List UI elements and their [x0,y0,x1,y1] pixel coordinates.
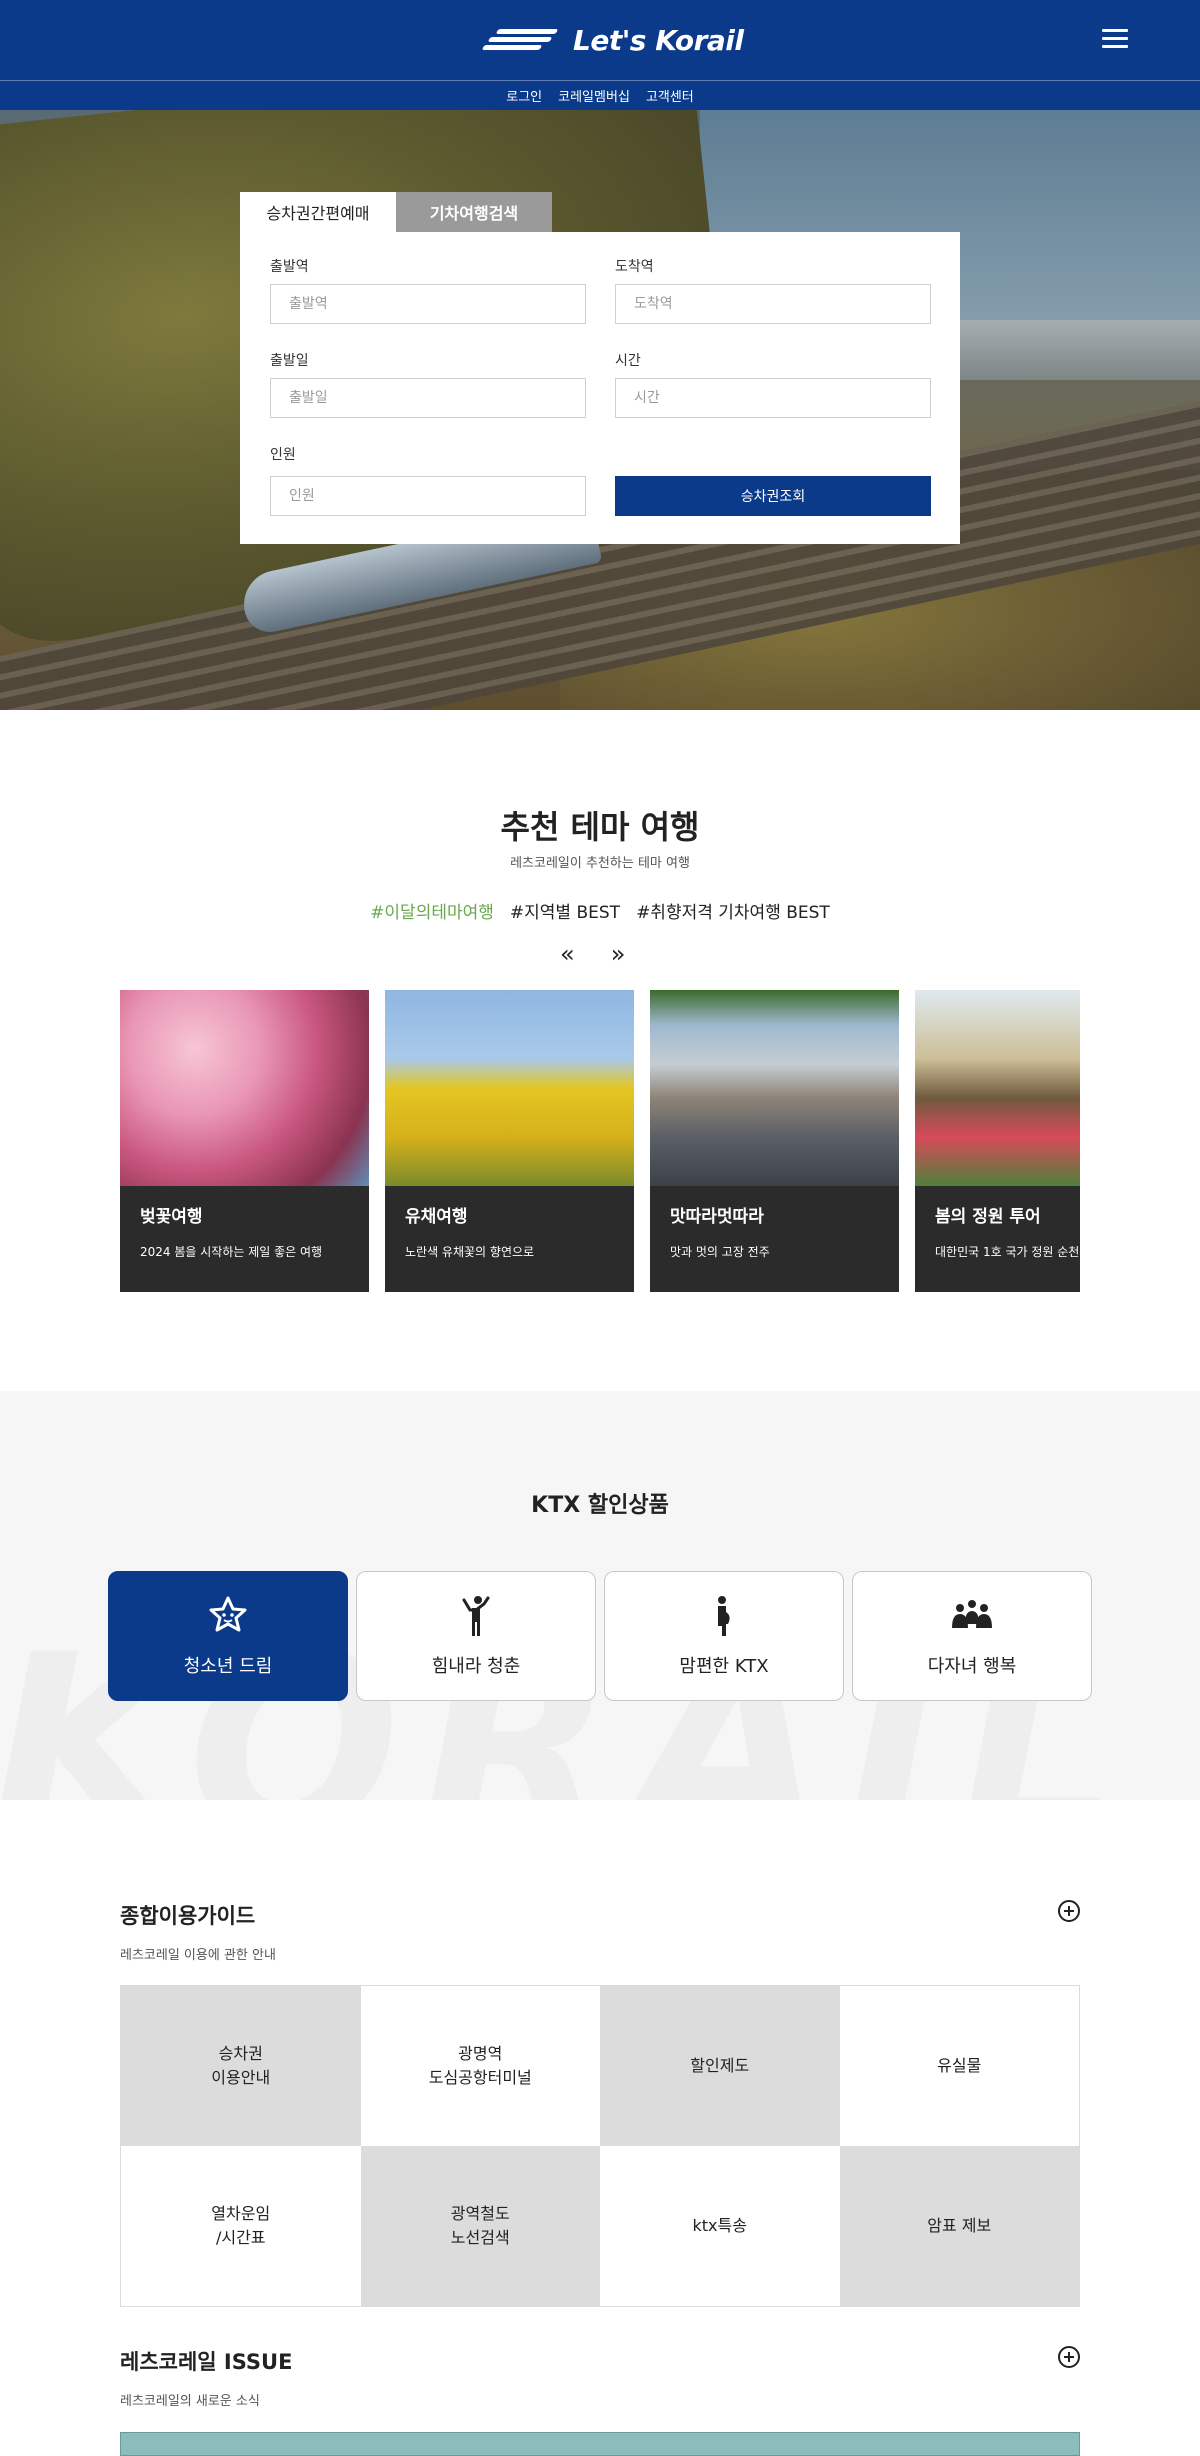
carousel-arrows: « » [560,940,625,968]
cherry-blossom-image [120,990,369,1186]
theme-card-title: 벚꽃여행 [140,1207,203,1227]
theme-subtitle: 레츠코레일이 추천하는 테마 여행 [510,856,690,871]
guide-title: 종합이용가이드 [120,1904,256,1928]
issue-title: 레츠코레일 ISSUE [120,2350,293,2374]
guide-item[interactable]: 승차권 이용안내 [121,1986,361,2146]
ktx-product-label: 힘내라 청춘 [431,1656,521,1677]
theme-card-caption: 유채여행 노란색 유채꽃의 향연으로 [385,1186,634,1292]
ktx-title: KTX 할인상품 [531,1493,669,1518]
theme-card[interactable]: 맛따라멋따라 맛과 멋의 고장 전주 [650,990,899,1292]
booking-widget: 승차권간편예매 기차여행검색 출발역 도착역 출발일 시간 인원 승차권조회 [240,192,960,544]
ticket-search-button[interactable]: 승차권조회 [615,476,931,516]
theme-card-caption: 벚꽃여행 2024 봄을 시작하는 제일 좋은 여행 [120,1186,369,1292]
guide-more-plus-icon[interactable] [1058,1900,1080,1922]
issue-header: 레츠코레일 ISSUE 레츠코레일의 새로운 소식 [120,2346,1080,2409]
ktx-discount-section: KORAIL KTX 할인상품 청소년 드림 힘내라 청춘 [0,1391,1200,1800]
theme-card[interactable]: 봄의 정원 투어 대한민국 1호 국가 정원 순천만 [915,990,1080,1292]
guide-header: 종합이용가이드 레츠코레일 이용에 관한 안내 [120,1900,1080,1963]
ktx-product-list: 청소년 드림 힘내라 청춘 맘편한 KTX 다자녀 행복 [108,1571,1092,1701]
guide-item[interactable]: 광역철도 노선검색 [360,2146,600,2306]
theme-card-title: 맛따라멋따라 [670,1207,764,1227]
departure-label: 출발역 [270,259,309,275]
guide-item[interactable]: 열차운임 /시간표 [121,2146,361,2306]
arrival-label: 도착역 [615,259,654,275]
time-input[interactable] [615,378,931,418]
hashtag-monthly-theme[interactable]: #이달의테마여행 [370,898,494,923]
theme-card-caption: 맛따라멋따라 맛과 멋의 고장 전주 [650,1186,899,1292]
guide-item[interactable]: 유실물 [839,1986,1079,2146]
theme-card[interactable]: 벚꽃여행 2024 봄을 시작하는 제일 좋은 여행 [120,990,369,1292]
theme-card-title: 유채여행 [405,1207,468,1227]
tab-trip-search[interactable]: 기차여행검색 [396,192,552,232]
ktx-product-label: 다자녀 행복 [927,1656,1017,1677]
theme-card-desc: 대한민국 1호 국가 정원 순천만 [935,1245,1080,1259]
ktx-product-multichild[interactable]: 다자녀 행복 [852,1571,1092,1701]
issue-more-plus-icon[interactable] [1058,2346,1080,2368]
theme-card[interactable]: 유채여행 노란색 유채꽃의 향연으로 [385,990,634,1292]
ktx-product-pregnant[interactable]: 맘편한 KTX [604,1571,844,1701]
star-face-icon [209,1596,247,1632]
family-icon [952,1600,992,1628]
theme-card-list: 벚꽃여행 2024 봄을 시작하는 제일 좋은 여행 유채여행 노란색 유채꽃의… [120,990,1080,1292]
top-header: Let's Korail [0,0,1200,80]
sub-nav: 로그인 코레일멤버십 고객센터 [0,80,1200,110]
jeonju-village-image [650,990,899,1186]
ktx-product-label: 맘편한 KTX [679,1656,769,1677]
people-input[interactable] [270,476,586,516]
membership-link[interactable]: 코레일멤버십 [558,86,630,105]
ktx-product-young[interactable]: 힘내라 청춘 [356,1571,596,1701]
guide-item[interactable]: ktx특송 [600,2146,840,2306]
login-link[interactable]: 로그인 [506,86,542,105]
theme-card-desc: 2024 봄을 시작하는 제일 좋은 여행 [140,1245,323,1259]
date-input[interactable] [270,378,586,418]
departure-input[interactable] [270,284,586,324]
hashtag-regional-best[interactable]: #지역별 BEST [510,898,620,923]
ktx-product-youth[interactable]: 청소년 드림 [108,1571,348,1701]
garden-tulip-image [915,990,1080,1186]
ktx-product-label: 청소년 드림 [183,1656,273,1677]
guide-grid: 승차권 이용안내 광명역 도심공항터미널 할인제도 유실물 열차운임 /시간표 … [120,1985,1080,2307]
guide-subtitle: 레츠코레일 이용에 관한 안내 [120,1948,276,1963]
theme-hashtags: #이달의테마여행 #지역별 BEST #취향저격 기차여행 BEST [0,898,1200,923]
hashtag-taste-best[interactable]: #취향저격 기차여행 BEST [636,898,830,923]
rapeseed-flower-image [385,990,634,1186]
prev-arrow-icon[interactable]: « [560,940,575,968]
guide-item[interactable]: 할인제도 [600,1986,840,2146]
next-arrow-icon[interactable]: » [611,940,626,968]
tab-quick-booking[interactable]: 승차권간편예매 [240,192,396,232]
issue-banner[interactable] [120,2432,1080,2456]
theme-title: 추천 테마 여행 [500,808,700,846]
customer-center-link[interactable]: 고객센터 [646,86,694,105]
theme-card-desc: 노란색 유채꽃의 향연으로 [405,1245,535,1259]
person-cheer-icon [462,1596,490,1636]
guide-item[interactable]: 암표 제보 [839,2146,1079,2306]
theme-card-desc: 맛과 멋의 고장 전주 [670,1245,770,1259]
booking-panel: 출발역 도착역 출발일 시간 인원 승차권조회 [240,232,960,544]
theme-card-caption: 봄의 정원 투어 대한민국 1호 국가 정원 순천만 [915,1186,1080,1292]
guide-item[interactable]: 광명역 도심공항터미널 [360,1986,600,2146]
issue-subtitle: 레츠코레일의 새로운 소식 [120,2394,260,2409]
korail-logo[interactable]: Let's Korail [481,22,744,58]
hamburger-menu-icon[interactable] [1102,28,1128,50]
logo-text: Let's Korail [573,23,744,57]
logo-mark-icon [481,25,563,55]
date-label: 출발일 [270,353,309,369]
pregnant-icon [718,1596,730,1636]
theme-card-title: 봄의 정원 투어 [935,1207,1041,1227]
people-label: 인원 [270,447,296,463]
time-label: 시간 [615,353,641,369]
arrival-input[interactable] [615,284,931,324]
booking-tabs: 승차권간편예매 기차여행검색 [240,192,960,232]
